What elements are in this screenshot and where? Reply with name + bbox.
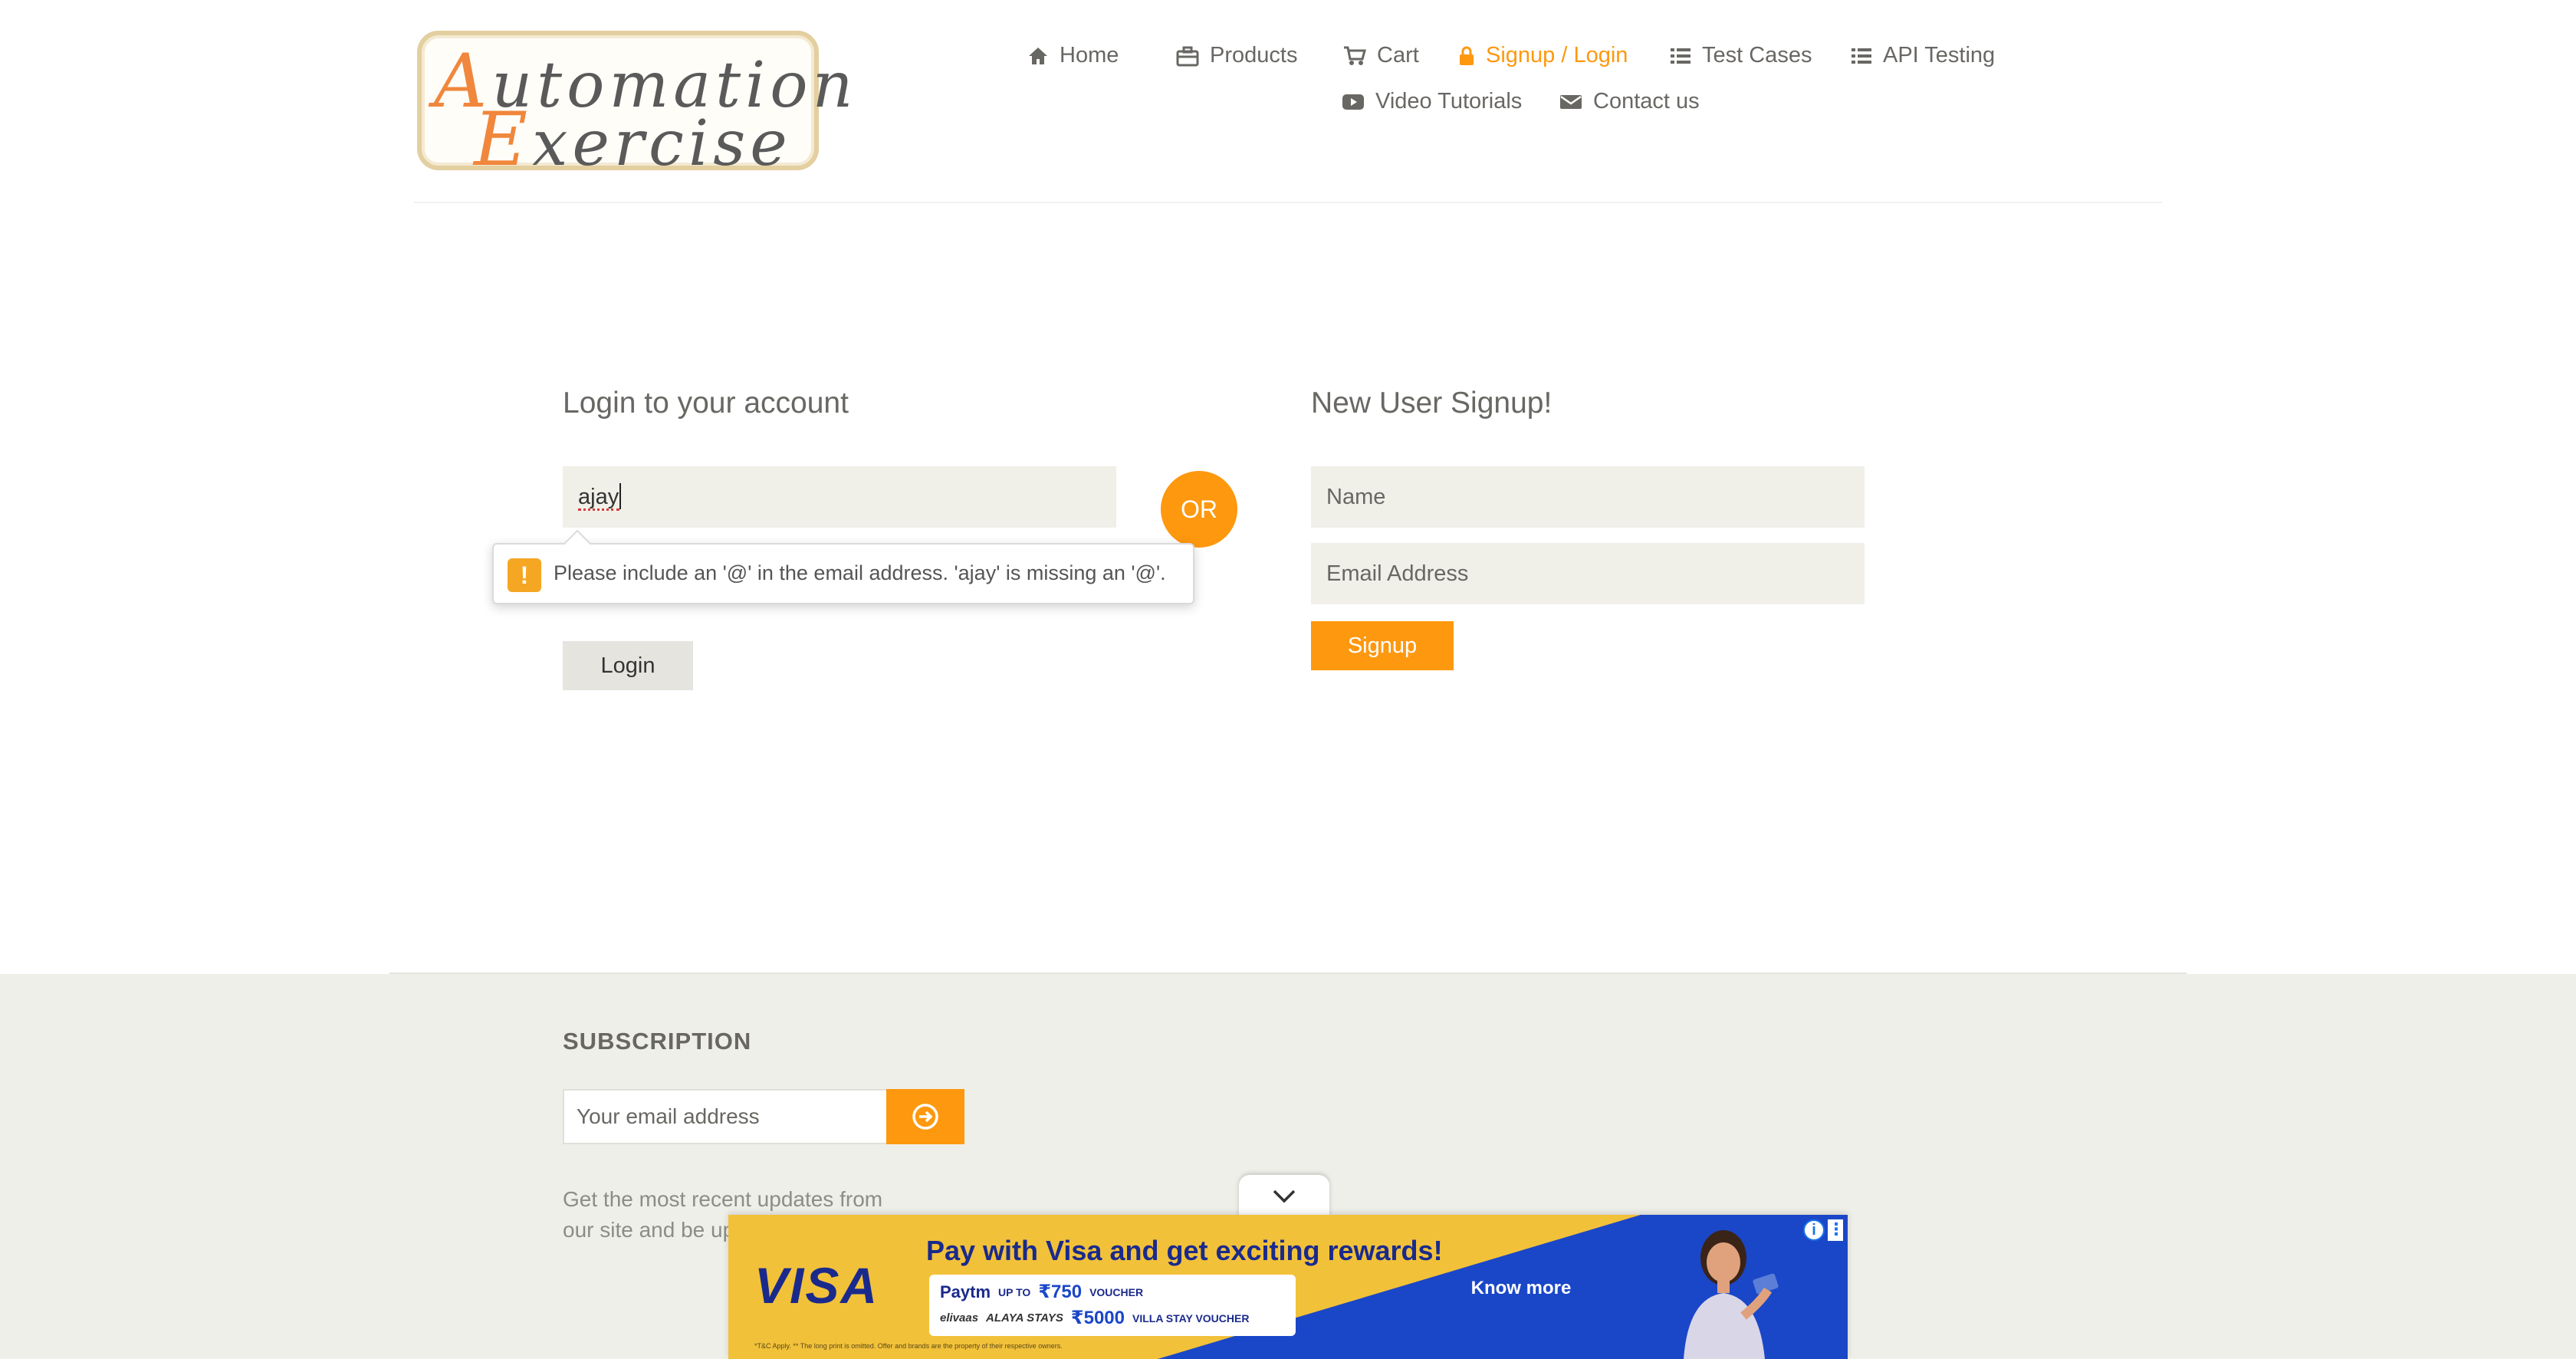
footer-divider (389, 972, 2187, 974)
nav-products[interactable]: Products (1176, 43, 1297, 68)
subscribe-button[interactable] (886, 1089, 964, 1144)
header-divider (414, 202, 2162, 203)
nav-contact-us[interactable]: Contact us (1559, 89, 1700, 114)
text-caret (619, 483, 621, 509)
tooltip-arrow (563, 529, 592, 558)
briefcase-icon (1176, 46, 1199, 66)
lock-icon (1460, 46, 1474, 65)
alaya-stays-logo: ALAYA STAYS (986, 1311, 1063, 1324)
login-email-input[interactable] (563, 466, 1116, 528)
email-validation-tooltip: ! Please include an '@' in the email add… (492, 529, 1194, 604)
signup-title: New User Signup! (1311, 387, 1552, 420)
nav-api-testing[interactable]: API Testing (1851, 43, 1995, 68)
ad-person-illustration (1684, 1230, 1779, 1359)
nav-signup-login[interactable]: Signup / Login (1458, 43, 1628, 68)
ad-offer-row-2: elivaas ALAYA STAYS ₹5000 VILLA STAY VOU… (940, 1308, 1250, 1328)
elivaas-logo: elivaas (940, 1311, 979, 1324)
validation-message: Please include an '@' in the email addre… (554, 561, 1166, 584)
spellcheck-underline (578, 508, 619, 511)
logo-line-2: Exercise (474, 97, 792, 183)
subscription-title: SUBSCRIPTION (563, 1028, 752, 1055)
ad-offer-row-1: Paytm UP TO ₹750 VOUCHER (940, 1282, 1144, 1302)
ad-collapse-button[interactable] (1239, 1175, 1329, 1218)
signup-button[interactable]: Signup (1311, 621, 1454, 670)
cart-icon (1344, 46, 1366, 65)
envelope-icon (1560, 94, 1582, 109)
subscription-email-input[interactable] (563, 1089, 888, 1144)
ad-headline: Pay with Visa and get exciting rewards! (926, 1235, 1443, 1266)
nav-home[interactable]: Home (1027, 43, 1119, 68)
youtube-play-icon (1342, 94, 1364, 110)
chevron-down-icon (1273, 1190, 1296, 1203)
nav-test-cases[interactable]: Test Cases (1670, 43, 1812, 68)
ad-offer-card: Paytm UP TO ₹750 VOUCHER elivaas ALAYA S… (929, 1275, 1296, 1336)
ad-know-more-button[interactable]: Know more (1458, 1273, 1584, 1304)
login-title: Login to your account (563, 387, 849, 420)
or-badge: OR (1161, 471, 1237, 548)
signup-email-input[interactable] (1311, 543, 1865, 604)
ad-info-icon[interactable]: i (1803, 1219, 1825, 1241)
ad-fine-print: *T&C Apply. ** The long print is omitted… (754, 1342, 1063, 1350)
arrow-circle-right-icon (912, 1104, 938, 1130)
warning-icon: ! (508, 558, 541, 592)
ad-menu-icon[interactable]: ⋮ (1828, 1219, 1845, 1241)
nav-cart[interactable]: Cart (1343, 43, 1419, 68)
visa-logo: VISA (754, 1257, 879, 1314)
signup-name-input[interactable] (1311, 466, 1865, 528)
visa-ad-banner[interactable]: VISA Pay with Visa and get exciting rewa… (728, 1215, 1848, 1359)
login-email-value: ajay (578, 485, 619, 509)
nav-video-tutorials[interactable]: Video Tutorials (1342, 89, 1522, 114)
list-icon (1671, 48, 1691, 64)
site-logo[interactable]: Automation Exercise (417, 31, 853, 176)
list-icon (1852, 48, 1871, 64)
paytm-logo: Paytm (940, 1282, 991, 1301)
login-button[interactable]: Login (563, 641, 693, 690)
home-icon (1029, 47, 1047, 64)
